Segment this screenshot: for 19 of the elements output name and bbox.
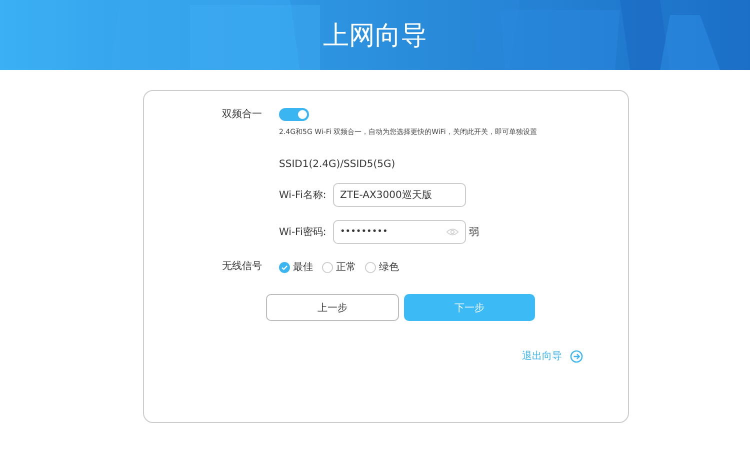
password-strength: 弱 [469,226,479,239]
signal-option[interactable]: 绿色 [365,260,399,274]
wifi-name-field[interactable]: ZTE-AX3000巡天版 [333,183,466,207]
eye-icon[interactable] [446,228,459,236]
signal-option[interactable]: 正常 [322,260,356,274]
signal-option[interactable]: 最佳 [279,260,313,274]
page-title: 上网向导 [323,20,427,52]
back-button[interactable]: 上一步 [266,294,399,321]
wifi-password-field[interactable]: ••••••••• [333,220,466,244]
signal-label: 无线信号 [222,260,263,274]
ssid-heading: SSID1(2.4G)/SSID5(5G) [279,159,396,170]
radio-icon[interactable] [322,262,333,272]
arrow-right-icon[interactable] [570,350,583,362]
wifi-password-label: Wi-Fi密码: [279,226,328,239]
dual-band-label: 双频合一 [222,108,263,122]
radio-icon[interactable] [279,262,290,272]
dual-band-toggle[interactable] [279,108,309,121]
radio-icon[interactable] [365,262,376,272]
wifi-name-label: Wi-Fi名称: [279,189,328,202]
